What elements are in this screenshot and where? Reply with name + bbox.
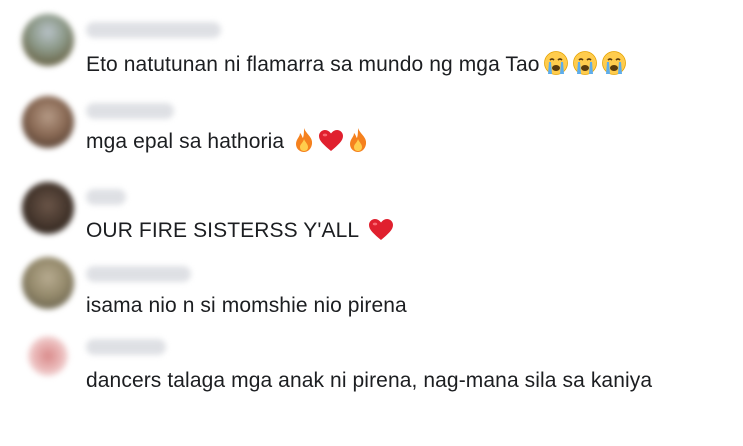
avatar[interactable]: [22, 182, 74, 234]
comment-text: Eto natutunan ni flamarra sa mundo ng mg…: [86, 50, 627, 80]
comment-text: dancers talaga mga anak ni pirena, nag-m…: [86, 366, 686, 396]
comment-text-body: Eto natutunan ni flamarra sa mundo ng mg…: [86, 53, 540, 76]
crying-face-icon: [572, 50, 598, 76]
comment-text-body: OUR FIRE SISTERSS Y'ALL: [86, 219, 360, 242]
comment-text: mga epal sa hathoria: [86, 127, 369, 157]
avatar[interactable]: [28, 336, 68, 376]
comment-text-body: isama nio n si momshie nio pirena: [86, 294, 407, 317]
avatar[interactable]: [22, 96, 74, 148]
username-blurred[interactable]: [86, 22, 221, 38]
crying-face-icon: [601, 50, 627, 76]
comment-text: isama nio n si momshie nio pirena: [86, 291, 407, 321]
comment-text-body: mga epal sa hathoria: [86, 130, 285, 153]
red-heart-icon: [368, 218, 394, 242]
username-blurred[interactable]: [86, 103, 174, 119]
comment-text-body: dancers talaga mga anak ni pirena, nag-m…: [86, 369, 653, 392]
fire-icon: [293, 127, 315, 153]
username-blurred[interactable]: [86, 189, 126, 205]
fire-icon: [347, 127, 369, 153]
avatar[interactable]: [22, 257, 74, 309]
avatar[interactable]: [22, 14, 74, 66]
username-blurred[interactable]: [86, 266, 191, 282]
red-heart-icon: [318, 129, 344, 153]
comment-text: OUR FIRE SISTERSS Y'ALL: [86, 216, 394, 246]
crying-face-icon: [543, 50, 569, 76]
username-blurred[interactable]: [86, 339, 166, 355]
